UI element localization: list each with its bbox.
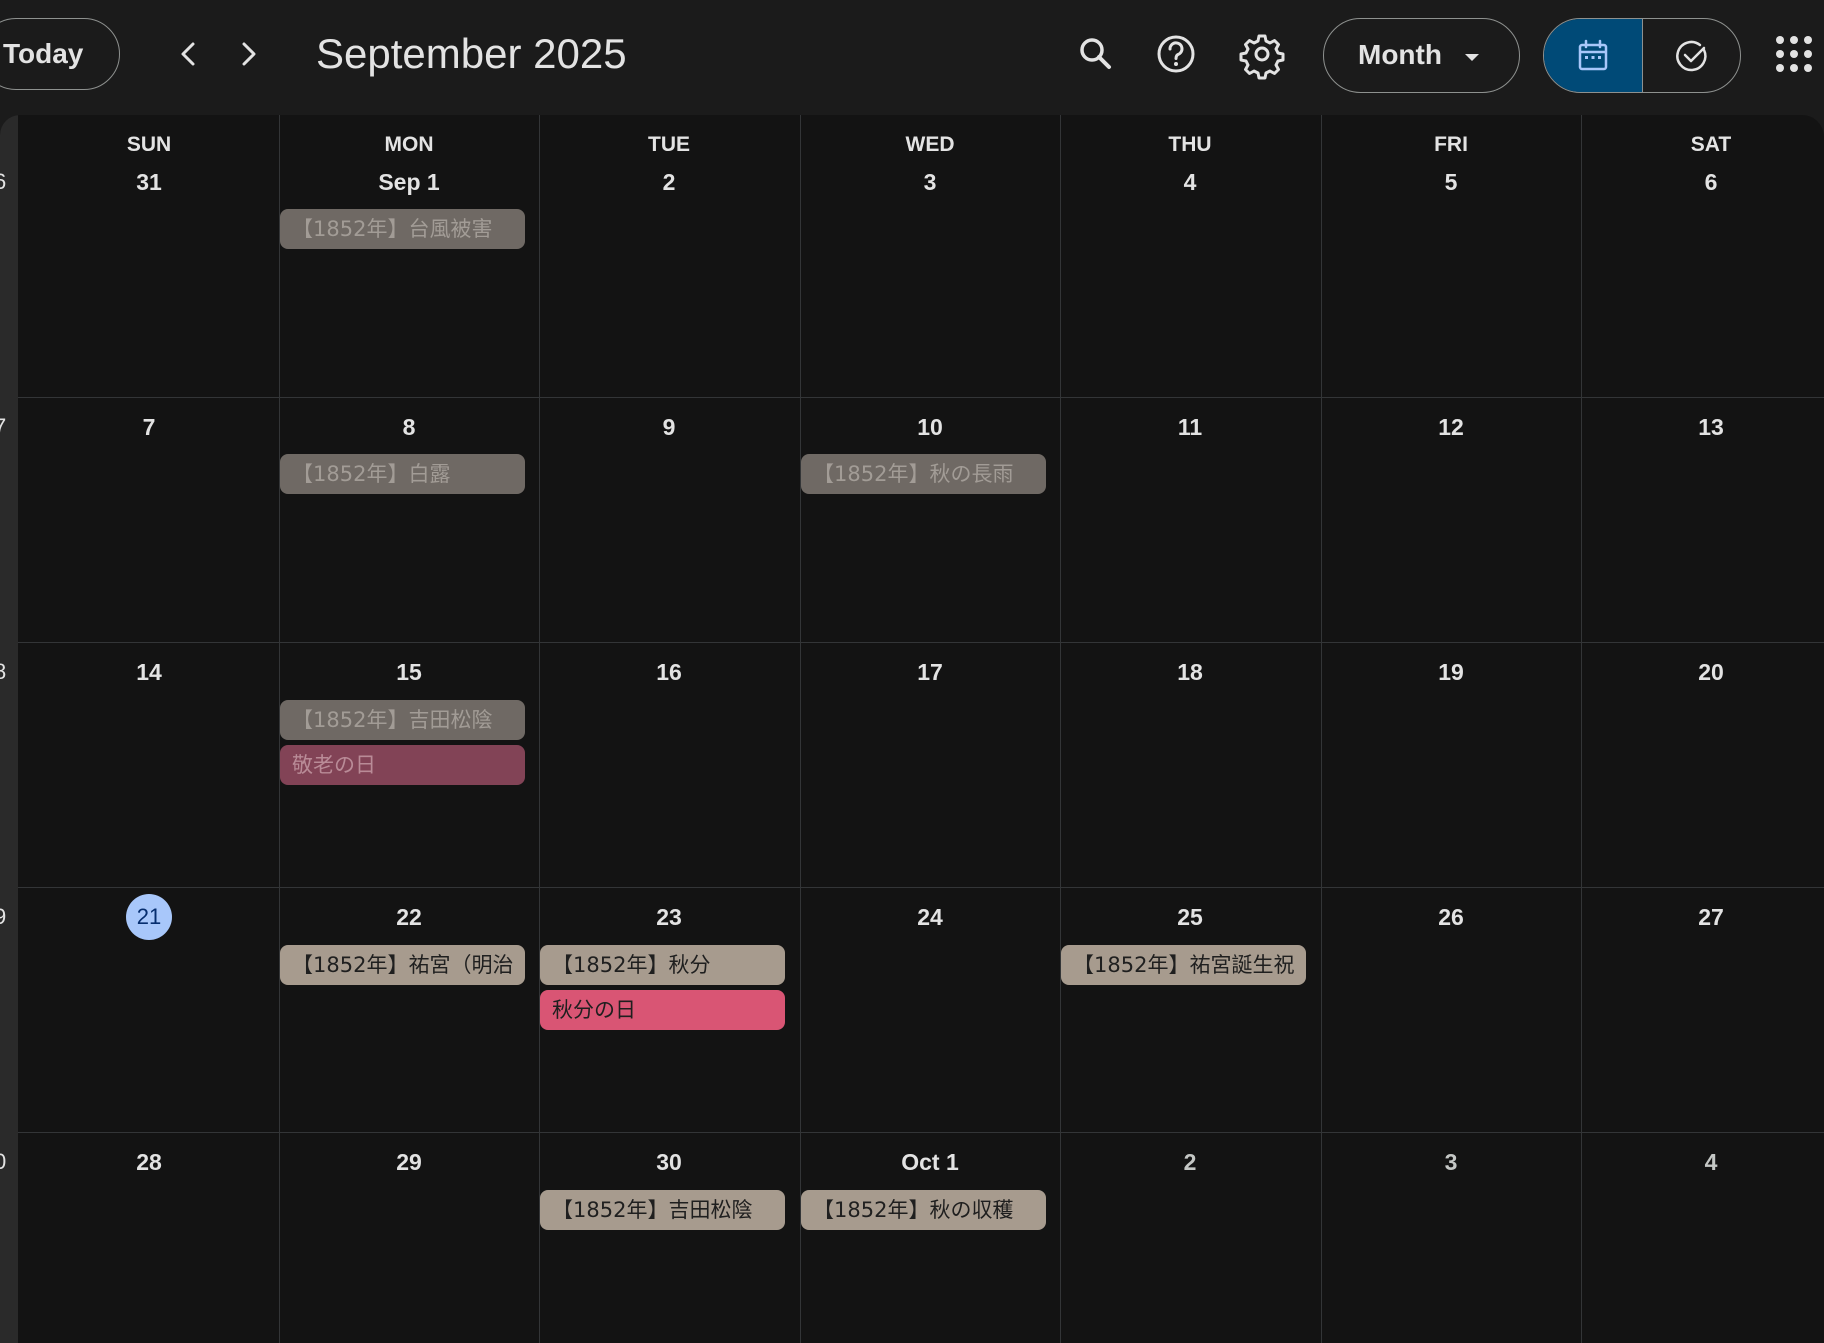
check-circle-icon — [1676, 40, 1707, 72]
week-number: 7 — [0, 414, 7, 439]
day-number[interactable]: 16 — [539, 659, 799, 686]
day-number[interactable]: 10 — [800, 414, 1060, 441]
day-number[interactable]: 5 — [1321, 169, 1581, 196]
event-chip[interactable]: 【1852年】台風被害 — [280, 209, 525, 249]
event-chip[interactable]: 【1852年】秋分 — [540, 945, 785, 985]
page-title: September 2025 — [316, 30, 627, 77]
row-divider — [18, 887, 1824, 888]
day-number[interactable]: 8 — [279, 414, 539, 441]
row-divider — [18, 397, 1824, 398]
day-number[interactable]: 23 — [539, 904, 799, 931]
day-number[interactable]: 19 — [1321, 659, 1581, 686]
day-number[interactable]: 31 — [19, 169, 279, 196]
row-divider — [18, 642, 1824, 643]
week-number: 0 — [0, 1149, 7, 1174]
gear-icon[interactable] — [1234, 26, 1290, 82]
day-number[interactable]: Oct 1 — [800, 1149, 1060, 1176]
day-number[interactable]: 22 — [279, 904, 539, 931]
chevron-right-icon[interactable] — [220, 26, 276, 82]
holiday-chip[interactable]: 敬老の日 — [280, 745, 525, 785]
day-number[interactable]: 26 — [1321, 904, 1581, 931]
day-number[interactable]: 27 — [1581, 904, 1824, 931]
top-bar: Today September 2025 Month — [0, 0, 1824, 115]
apps-grid-icon[interactable] — [1772, 32, 1816, 76]
weekday-header-sun: SUN — [126, 133, 172, 156]
row-divider — [18, 1132, 1824, 1133]
day-number[interactable]: 24 — [800, 904, 1060, 931]
day-number[interactable]: 14 — [19, 659, 279, 686]
event-chip[interactable]: 【1852年】祐宮（明治 — [280, 945, 525, 985]
caret-down-icon — [1465, 54, 1479, 61]
today-button[interactable]: Today — [0, 18, 120, 90]
month-grid: 6 7 8 9 0 SUN MON TUE WED THU FRI SAT 31… — [0, 115, 1824, 1343]
day-number[interactable]: 9 — [539, 414, 799, 441]
weekday-header-sat: SAT — [1690, 133, 1732, 156]
chevron-left-icon[interactable] — [161, 26, 217, 82]
event-chip[interactable]: 【1852年】祐宮誕生祝 — [1061, 945, 1306, 985]
day-number[interactable]: Sep 1 — [279, 169, 539, 196]
weekday-header-mon: MON — [384, 133, 434, 156]
calendar-view-button[interactable] — [1544, 19, 1642, 92]
day-number[interactable]: 4 — [1060, 169, 1320, 196]
view-toggle — [1543, 18, 1741, 93]
today-date-marker[interactable]: 21 — [126, 894, 172, 940]
day-number[interactable]: 12 — [1321, 414, 1581, 441]
view-selector[interactable]: Month — [1323, 18, 1520, 93]
view-selector-label: Month — [1358, 39, 1442, 70]
tasks-view-button[interactable] — [1642, 19, 1740, 92]
event-chip[interactable]: 【1852年】白露 — [280, 454, 525, 494]
day-number[interactable]: 3 — [800, 169, 1060, 196]
day-number[interactable]: 2 — [539, 169, 799, 196]
day-number[interactable]: 29 — [279, 1149, 539, 1176]
weekday-header-fri: FRI — [1434, 133, 1468, 156]
day-number[interactable]: 6 — [1581, 169, 1824, 196]
day-number[interactable]: 15 — [279, 659, 539, 686]
event-chip[interactable]: 【1852年】秋の長雨 — [801, 454, 1046, 494]
day-number[interactable]: 25 — [1060, 904, 1320, 931]
day-number[interactable]: 18 — [1060, 659, 1320, 686]
event-chip[interactable]: 【1852年】秋の収穫 — [801, 1190, 1046, 1230]
calendar-icon — [1578, 39, 1608, 71]
day-number[interactable]: 2 — [1060, 1149, 1320, 1176]
week-number: 8 — [0, 659, 7, 684]
day-number[interactable]: 28 — [19, 1149, 279, 1176]
weekday-header-wed: WED — [905, 133, 955, 156]
day-number[interactable]: 30 — [539, 1149, 799, 1176]
day-number[interactable]: 13 — [1581, 414, 1824, 441]
weekday-header-tue: TUE — [648, 133, 690, 156]
day-number[interactable]: 11 — [1060, 414, 1320, 441]
weekday-header-thu: THU — [1168, 133, 1212, 156]
event-chip[interactable]: 【1852年】吉田松陰 — [280, 700, 525, 740]
day-number[interactable]: 20 — [1581, 659, 1824, 686]
day-number[interactable]: 17 — [800, 659, 1060, 686]
day-number[interactable]: 4 — [1581, 1149, 1824, 1176]
day-number[interactable]: 3 — [1321, 1149, 1581, 1176]
search-icon[interactable] — [1068, 26, 1124, 82]
help-icon[interactable] — [1148, 26, 1204, 82]
event-chip[interactable]: 【1852年】吉田松陰 — [540, 1190, 785, 1230]
week-number: 9 — [0, 904, 7, 929]
holiday-chip[interactable]: 秋分の日 — [540, 990, 785, 1030]
week-number: 6 — [0, 169, 7, 194]
day-number[interactable]: 7 — [19, 414, 279, 441]
week-number-column: 6 7 8 9 0 — [0, 115, 18, 1343]
